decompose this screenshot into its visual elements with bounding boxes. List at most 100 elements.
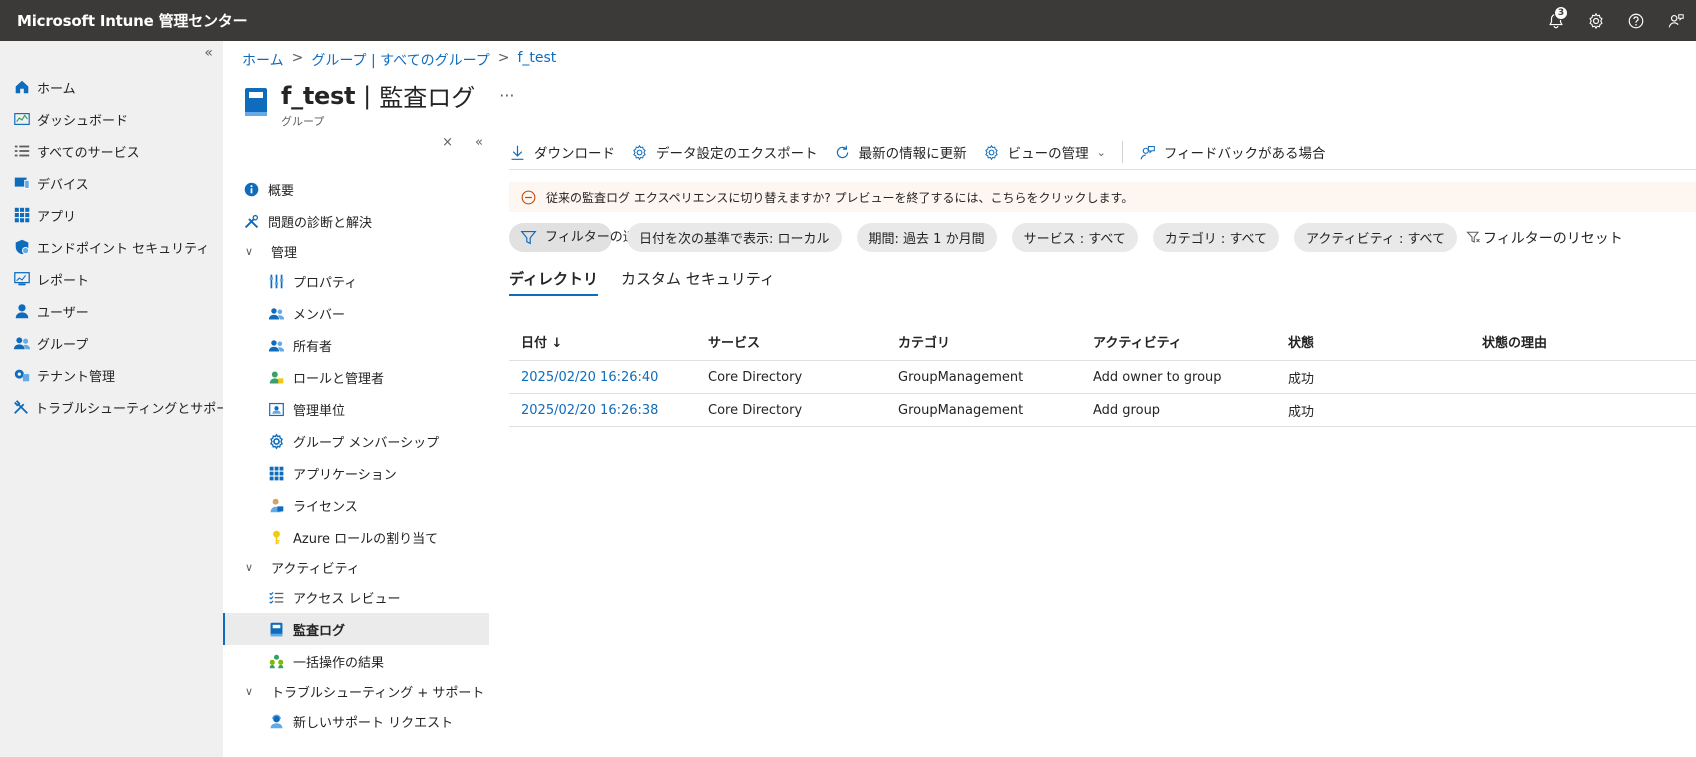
bulk-operations-icon: [266, 651, 286, 671]
menu-item-admin-units[interactable]: 管理単位: [223, 393, 489, 425]
reports-icon: [12, 269, 32, 289]
column-header-date[interactable]: 日付 ↓: [509, 332, 703, 351]
menu-item-label: アクセス レビュー: [293, 591, 401, 607]
nav-item-groups[interactable]: グループ: [0, 327, 223, 359]
audit-log-table: 日付 ↓ サービス カテゴリ アクティビティ 状態 状態の理由 2025/02/…: [509, 323, 1696, 427]
cell-status: 成功: [1288, 371, 1315, 387]
cell-activity: Add owner to group: [1093, 369, 1222, 385]
nav-item-users[interactable]: ユーザー: [0, 295, 223, 327]
command-separator: [1121, 141, 1123, 163]
audit-log-book-icon: [245, 88, 267, 116]
close-search-button[interactable]: ×: [442, 135, 453, 150]
menu-item-properties[interactable]: プロパティ: [223, 265, 489, 297]
manage-view-label: ビューの管理: [1007, 146, 1089, 162]
period-filter[interactable]: 期間: 過去 1 か月間: [856, 223, 997, 252]
export-data-settings-button[interactable]: データ設定のエクスポート: [631, 142, 818, 162]
app-title[interactable]: Microsoft Intune 管理センター: [17, 10, 248, 31]
nav-item-dashboard[interactable]: ダッシュボード: [0, 103, 223, 135]
breadcrumb-home[interactable]: ホーム: [242, 50, 284, 70]
menu-item-new-support-request[interactable]: 新しいサポート リクエスト: [223, 705, 489, 737]
table-row[interactable]: 2025/02/20 16:26:40 Core Directory Group…: [509, 361, 1696, 394]
page-title: f_test: [281, 81, 356, 110]
category-filter[interactable]: カテゴリ : すべて: [1152, 223, 1280, 252]
cell-date[interactable]: 2025/02/20 16:26:40: [509, 370, 703, 385]
top-bar: Microsoft Intune 管理センター 3: [0, 0, 1696, 41]
menu-group-troubleshoot[interactable]: ∨ トラブルシューティング + サポート: [223, 677, 489, 705]
menu-item-group-membership[interactable]: グループ メンバーシップ: [223, 425, 489, 457]
collapse-nav-button[interactable]: «: [204, 45, 213, 61]
reset-filters-button[interactable]: フィルターのリセット: [1466, 228, 1623, 248]
cell-service: Core Directory: [708, 369, 803, 385]
audit-log-icon: [266, 619, 286, 639]
column-header-activity[interactable]: アクティビティ: [1093, 332, 1288, 351]
nav-item-endpoint-security[interactable]: エンドポイント セキュリティ: [0, 231, 223, 263]
command-bar: ダウンロード データ設定のエクスポート 最新の情報に更新 ビューの管理 ⌄ フィ…: [509, 136, 1342, 168]
menu-group-activity[interactable]: ∨ アクティビティ: [223, 553, 489, 581]
menu-item-azure-roles[interactable]: Azure ロールの割り当て: [223, 521, 489, 553]
menu-item-overview[interactable]: 概要: [223, 173, 489, 205]
cell-category: GroupManagement: [898, 402, 1024, 418]
feedback-label: フィードバックがある場合: [1163, 146, 1326, 162]
service-filter[interactable]: サービス : すべて: [1011, 223, 1138, 252]
manage-view-button[interactable]: ビューの管理 ⌄: [983, 142, 1106, 162]
activity-filter[interactable]: アクティビティ : すべて: [1294, 223, 1458, 252]
breadcrumb-current[interactable]: f_test: [517, 50, 556, 70]
menu-item-licenses[interactable]: ライセンス: [223, 489, 489, 521]
menu-item-label: 管理単位: [293, 403, 346, 419]
date-display-filter[interactable]: 日付を次の基準で表示: ローカル: [627, 223, 842, 252]
support-agent-icon: [266, 711, 286, 731]
column-header-status-reason[interactable]: 状態の理由: [1482, 332, 1696, 351]
download-button[interactable]: ダウンロード: [509, 142, 615, 162]
tab-list: ディレクトリ カスタム セキュリティ: [509, 268, 798, 296]
tab-directory[interactable]: ディレクトリ: [509, 268, 598, 296]
refresh-button[interactable]: 最新の情報に更新: [834, 142, 967, 162]
menu-item-roles[interactable]: ロールと管理者: [223, 361, 489, 393]
nav-item-all-services[interactable]: すべてのサービス: [0, 135, 223, 167]
menu-group-manage[interactable]: ∨ 管理: [223, 237, 489, 265]
column-header-service[interactable]: サービス: [703, 332, 898, 351]
nav-item-reports[interactable]: レポート: [0, 263, 223, 295]
help-button[interactable]: [1616, 0, 1656, 41]
nav-item-label: トラブルシューティングとサポート: [35, 401, 243, 417]
menu-item-label: プロパティ: [293, 275, 358, 291]
feedback-top-button[interactable]: [1656, 0, 1696, 41]
nav-item-apps[interactable]: アプリ: [0, 199, 223, 231]
menu-item-bulk-results[interactable]: 一括操作の結果: [223, 645, 489, 677]
menu-item-audit-logs[interactable]: 監査ログ: [223, 613, 489, 645]
tab-custom-security[interactable]: カスタム セキュリティ: [621, 268, 775, 296]
settings-button[interactable]: [1576, 0, 1616, 41]
chevron-down-icon: ∨: [245, 684, 254, 698]
nav-item-tenant-admin[interactable]: テナント管理: [0, 359, 223, 391]
collapse-menu-button[interactable]: «: [475, 135, 483, 150]
gear-icon: [633, 144, 646, 160]
roles-icon: [266, 367, 286, 387]
nav-item-devices[interactable]: デバイス: [0, 167, 223, 199]
nav-item-label: すべてのサービス: [37, 145, 140, 161]
nav-item-home[interactable]: ホーム: [0, 71, 223, 103]
menu-item-owners[interactable]: 所有者: [223, 329, 489, 361]
column-header-category[interactable]: カテゴリ: [898, 332, 1093, 351]
breadcrumb-groups[interactable]: グループ | すべてのグループ: [311, 50, 489, 70]
menu-item-access-reviews[interactable]: アクセス レビュー: [223, 581, 489, 613]
title-separator: |: [363, 81, 372, 110]
more-options-button[interactable]: ···: [499, 86, 514, 105]
notifications-button[interactable]: 3: [1536, 0, 1576, 41]
menu-item-members[interactable]: メンバー: [223, 297, 489, 329]
key-icon: [266, 527, 286, 547]
nav-item-troubleshooting[interactable]: トラブルシューティングとサポート: [0, 391, 242, 423]
add-filter-button[interactable]: フィルターの追加: [509, 223, 649, 252]
cell-date[interactable]: 2025/02/20 16:26:38: [509, 403, 703, 418]
menu-item-label: 所有者: [293, 339, 333, 355]
membership-gear-icon: [266, 431, 286, 451]
cell-category: GroupManagement: [898, 369, 1024, 385]
feedback-button[interactable]: フィードバックがある場合: [1139, 142, 1326, 162]
column-header-status[interactable]: 状態: [1288, 332, 1482, 351]
properties-icon: [266, 271, 286, 291]
resource-menu-list: 概要 問題の診断と解決 ∨ 管理 プロパティ メンバー 所有者 ロールと管理者: [223, 173, 489, 737]
dashboard-icon: [12, 109, 32, 129]
menu-item-applications[interactable]: アプリケーション: [223, 457, 489, 489]
table-row[interactable]: 2025/02/20 16:26:38 Core Directory Group…: [509, 394, 1696, 427]
menu-item-diagnose[interactable]: 問題の診断と解決: [223, 205, 489, 237]
switch-experience-banner[interactable]: 従来の監査ログ エクスペリエンスに切り替えますか? プレビューを終了するには、こ…: [509, 182, 1696, 212]
banner-text: 従来の監査ログ エクスペリエンスに切り替えますか? プレビューを終了するには、こ…: [546, 190, 1134, 205]
